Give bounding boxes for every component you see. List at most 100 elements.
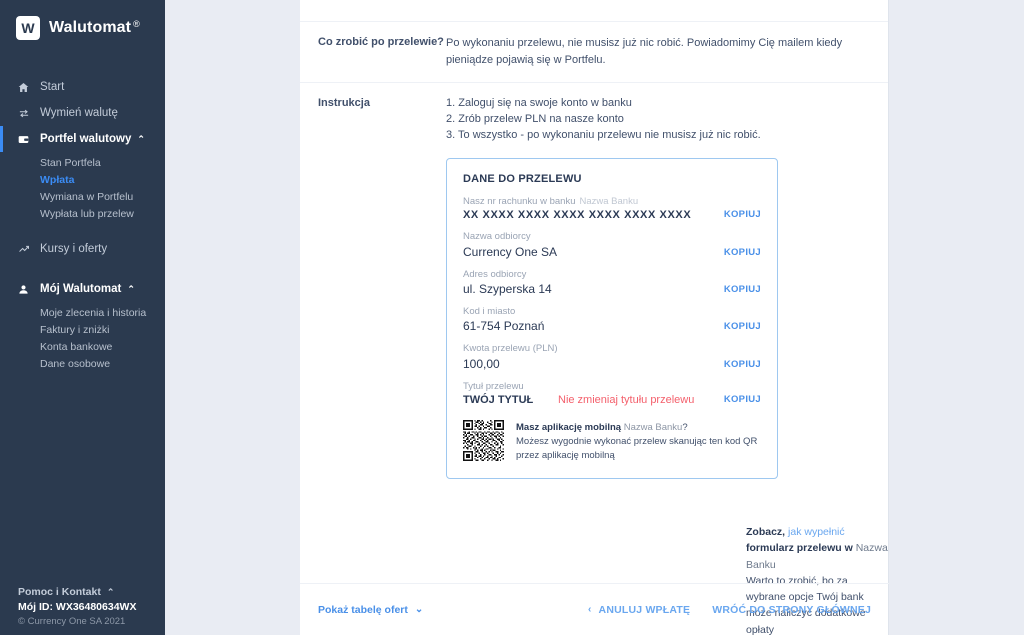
bank-name-placeholder: Nazwa Banku (579, 195, 639, 207)
field-value: XX XXXX XXXX XXXX XXXX XXXX XXXX (463, 209, 692, 222)
clipped-row-text: Portfelu? (446, 0, 870, 21)
sidebar: W Walutomat ® Start Wymień walutę Portfe… (0, 0, 165, 635)
field-value: Currency One SA (463, 244, 558, 259)
after-transfer-label: Co zrobić po przelewie? (318, 36, 444, 48)
copy-button-recipient-address[interactable]: KOPIUJ (724, 284, 761, 295)
field-postcode-city: Kod i miasto 61-754 Poznań KOPIUJ (463, 306, 761, 333)
cancel-deposit-button[interactable]: ‹ ANULUJ WPŁATĘ (588, 604, 690, 616)
field-label: Nazwa odbiorcy (463, 231, 531, 243)
app-root: W Walutomat ® Start Wymień walutę Portfe… (0, 0, 1024, 635)
trending-up-icon (18, 244, 33, 255)
instruction-body: 1. Zaloguj się na swoje konto w banku 2.… (446, 96, 870, 144)
help-note-lead: Zobacz, (746, 526, 786, 538)
back-to-homepage-label: WRÓĆ DO STRONY GŁÓWNEJ (712, 603, 871, 616)
after-transfer-row: Co zrobić po przelewie? Po wykonaniu prz… (300, 22, 888, 84)
user-icon (18, 284, 33, 295)
qr-section: Masz aplikację mobilną Nazwa Banku? Może… (463, 419, 761, 462)
sidebar-item-label: Wymień walutę (40, 107, 118, 119)
sidebar-subitem-konta-bankowe[interactable]: Konta bankowe (0, 338, 165, 355)
sidebar-item-wymien-walute[interactable]: Wymień walutę (0, 100, 165, 126)
chevron-down-icon: ⌄ (414, 604, 424, 615)
chevron-up-icon: ⌃ (127, 283, 135, 294)
copy-button-postcode-city[interactable]: KOPIUJ (724, 321, 761, 332)
footer-actions: ‹ ANULUJ WPŁATĘ WRÓĆ DO STRONY GŁÓWNEJ (588, 604, 871, 616)
do-not-change-title-warning: Nie zmieniaj tytułu przelewu (558, 393, 695, 406)
sidebar-item-start[interactable]: Start (0, 74, 165, 100)
field-label: Nasz nr rachunku w banku Nazwa Banku (463, 196, 761, 208)
qr-headline-tail: ? (682, 421, 688, 433)
instruction-step: 2. Zrób przelew PLN na nasze konto (446, 113, 624, 126)
how-to-fill-link[interactable]: jak wypełnić (788, 526, 845, 538)
copy-button-recipient-name[interactable]: KOPIUJ (724, 247, 761, 258)
sidebar-subitem-wplata[interactable]: Wpłata (0, 171, 165, 188)
field-label: Adres odbiorcy (463, 268, 527, 280)
help-and-contact-label: Pomoc i Kontakt (18, 586, 101, 598)
back-to-homepage-button[interactable]: WRÓĆ DO STRONY GŁÓWNEJ (712, 604, 871, 616)
clipped-question-row: Portfelu? (300, 0, 888, 22)
chevron-up-icon: ⌃ (137, 133, 145, 144)
exchange-arrows-icon (18, 108, 33, 119)
sidebar-item-label: Kursy i oferty (40, 243, 108, 255)
sidebar-group-moj-walutomat: Mój Walutomat ⌃ Moje zlecenia i historia… (0, 276, 165, 372)
sidebar-nav: Start Wymień walutę Portfel walutowy ⌃ S… (0, 74, 165, 372)
sidebar-subitem-wyplata-lub-przelew[interactable]: Wypłata lub przelew (0, 205, 165, 222)
after-transfer-body: Po wykonaniu przelewu, nie musisz już ni… (446, 37, 843, 67)
clipped-row-label (318, 0, 446, 21)
nav-spacer-2 (0, 262, 165, 276)
help-and-contact-toggle[interactable]: Pomoc i Kontakt ⌃ (18, 586, 165, 598)
help-note-mid: formularz przelewu w (746, 542, 853, 555)
sidebar-item-label: Portfel walutowy (40, 133, 132, 145)
sidebar-footer: Pomoc i Kontakt ⌃ Mój ID: WX36480634WX ©… (0, 586, 165, 627)
chevron-left-icon: ‹ (588, 604, 592, 615)
brand-logo[interactable]: W Walutomat ® (0, 0, 165, 40)
walutomat-logo-icon: W (16, 16, 40, 40)
instruction-row: Instrukcja 1. Zaloguj się na swoje konto… (300, 83, 888, 144)
registered-mark: ® (133, 19, 140, 29)
field-label-text: Nasz nr rachunku w banku (463, 195, 576, 207)
copy-button-account-number[interactable]: KOPIUJ (724, 209, 761, 220)
sidebar-item-moj-walutomat[interactable]: Mój Walutomat ⌃ (0, 276, 165, 302)
cancel-deposit-label: ANULUJ WPŁATĘ (598, 603, 691, 616)
field-label: Tytuł przelewu (463, 380, 524, 392)
bank-name-placeholder: Nazwa Banku (623, 421, 683, 433)
show-offers-table-toggle[interactable]: Pokaż tabelę ofert ⌄ (318, 604, 423, 616)
sidebar-subitem-stan-portfela[interactable]: Stan Portfela (0, 154, 165, 171)
instruction-step: 1. Zaloguj się na swoje konto w banku (446, 97, 632, 110)
field-transfer-title: Tytuł przelewu TWÓJ TYTUŁ Nie zmieniaj t… (463, 381, 761, 406)
sidebar-subitem-dane-osobowe[interactable]: Dane osobowe (0, 355, 165, 372)
qr-body-text: Możesz wygodnie wykonać przelew skanując… (516, 435, 758, 461)
field-value: 100,00 (463, 356, 500, 371)
qr-code-icon (463, 419, 504, 461)
field-recipient-name: Nazwa odbiorcy Currency One SA KOPIUJ (463, 231, 761, 258)
field-recipient-address: Adres odbiorcy ul. Szyperska 14 KOPIUJ (463, 269, 761, 296)
copy-button-amount[interactable]: KOPIUJ (724, 359, 761, 370)
instruction-step: 3. To wszystko - po wykonaniu przelewu n… (446, 128, 761, 141)
field-label: Kwota przelewu (PLN) (463, 343, 558, 355)
brand-name-wrap: Walutomat ® (49, 19, 140, 37)
brand-name: Walutomat (49, 19, 132, 36)
transfer-details-title: DANE DO PRZELEWU (463, 172, 582, 185)
home-icon (18, 82, 33, 93)
sidebar-subnav-moj-walutomat: Moje zlecenia i historia Faktury i zniżk… (0, 302, 165, 372)
sidebar-group-portfel: Portfel walutowy ⌃ Stan Portfela Wpłata … (0, 126, 165, 222)
field-amount: Kwota przelewu (PLN) 100,00 KOPIUJ (463, 343, 761, 370)
user-id: Mój ID: WX36480634WX (18, 601, 137, 613)
instruction-steps: 1. Zaloguj się na swoje konto w banku 2.… (446, 96, 870, 144)
qr-description: Masz aplikację mobilną Nazwa Banku? Może… (516, 420, 761, 462)
sidebar-item-label: Start (40, 81, 65, 93)
help-note-line-1: Zobacz, jak wypełnić formularz przelewu … (746, 524, 888, 573)
show-offers-table-label: Pokaż tabelę ofert (318, 603, 408, 616)
field-value: 61-754 Poznań (463, 319, 545, 334)
sidebar-subitem-moje-zlecenia-i-historia[interactable]: Moje zlecenia i historia (0, 304, 165, 321)
sidebar-subitem-faktury-i-znizki[interactable]: Faktury i zniżki (0, 321, 165, 338)
sidebar-item-kursy-i-oferty[interactable]: Kursy i oferty (0, 236, 165, 262)
sidebar-subitem-wymiana-w-portfelu[interactable]: Wymiana w Portfelu (0, 188, 165, 205)
transfer-details-box: DANE DO PRZELEWU Nasz nr rachunku w bank… (446, 157, 778, 480)
sidebar-item-portfel-walutowy[interactable]: Portfel walutowy ⌃ (0, 126, 165, 152)
copyright: © Currency One SA 2021 (18, 616, 126, 627)
instruction-label: Instrukcja (318, 97, 370, 110)
copy-button-transfer-title[interactable]: KOPIUJ (724, 394, 761, 405)
card-footer: Pokaż tabelę ofert ⌄ ‹ ANULUJ WPŁATĘ WRÓ… (300, 583, 889, 635)
sidebar-subnav-portfel: Stan Portfela Wpłata Wymiana w Portfelu … (0, 152, 165, 222)
